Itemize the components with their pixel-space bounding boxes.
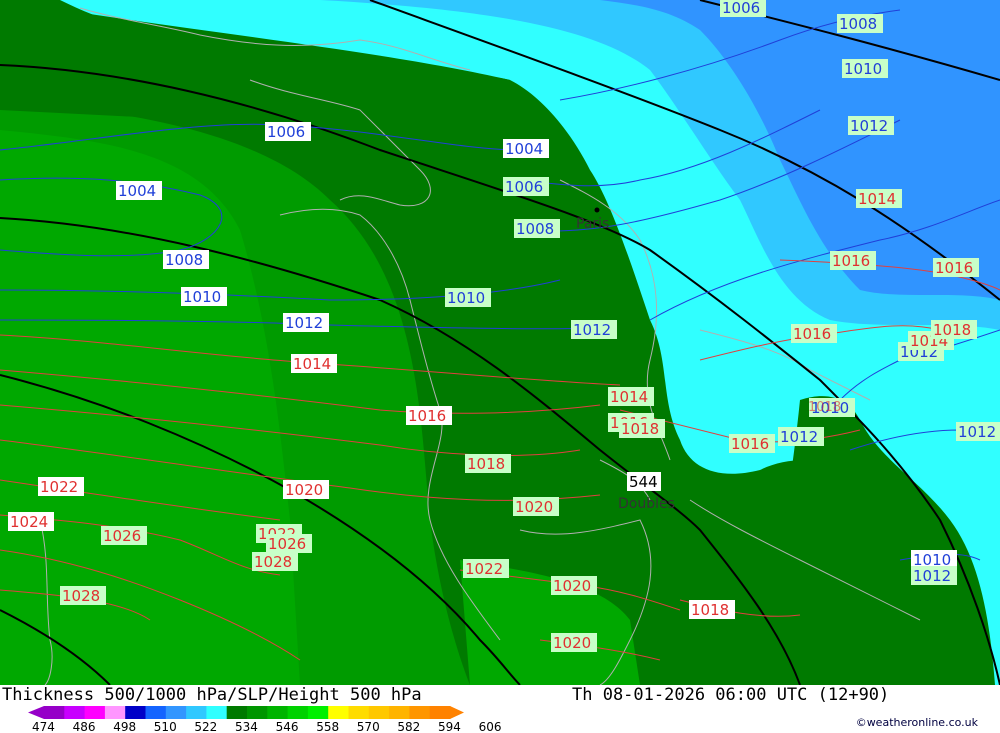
isobar-label: 1008 — [516, 220, 554, 238]
isobar-label: 1010 — [447, 289, 485, 307]
scale-label: 546 — [276, 720, 299, 733]
isobar-label: 1012 — [913, 567, 951, 585]
scale-swatch — [104, 706, 126, 719]
scale-swatch — [368, 706, 390, 719]
scale-arrow-right — [450, 706, 464, 719]
map-footer: Thickness 500/1000 hPa/SLP/Height 500 hP… — [0, 685, 1000, 733]
isobar-label: 1020 — [285, 481, 323, 499]
isobar-label: 1014 — [858, 190, 896, 208]
scale-label: 510 — [154, 720, 177, 733]
height-label: 544 — [629, 473, 658, 491]
isobar-label: 1018 — [808, 400, 841, 415]
isobar-label: 1014 — [293, 355, 331, 373]
isobar-label: 1006 — [267, 123, 305, 141]
scale-label: 558 — [316, 720, 339, 733]
valid-time: Th 08-01-2026 06:00 UTC (12+90) — [572, 685, 890, 705]
city-label-doubles: Doubles — [618, 496, 675, 512]
isobar-label: 1010 — [183, 288, 221, 306]
scale-labels: 474 486 498 510 522 534 546 558 570 582 594 606 — [32, 720, 502, 733]
isobar-label: 1026 — [103, 527, 141, 545]
isobar-label: 1006 — [505, 178, 543, 196]
isobar-label: 1022 — [40, 478, 78, 496]
scale-swatch — [247, 706, 268, 719]
isobar-label: 1020 — [515, 498, 553, 516]
scale-swatch — [429, 706, 451, 719]
scale-swatch — [44, 706, 65, 719]
scale-swatch — [206, 706, 228, 719]
scale-label: 498 — [113, 720, 136, 733]
isobar-label: 1020 — [553, 634, 591, 652]
isobar-label: 1028 — [254, 553, 292, 571]
isobar-label: 1004 — [505, 140, 543, 158]
credit-link[interactable]: ©weatheronline.co.uk — [856, 716, 978, 729]
isobar-label: 1012 — [573, 321, 611, 339]
isobar-label: 1016 — [408, 407, 446, 425]
paris-dot — [594, 207, 600, 213]
isobar-label: 1016 — [935, 259, 973, 277]
scale-swatch — [186, 706, 207, 719]
scale-swatch — [64, 706, 86, 719]
isobar-label: 1008 — [839, 15, 877, 33]
isobar-label: 1006 — [722, 0, 760, 17]
isobar-label: 1012 — [780, 428, 818, 446]
scale-swatch — [145, 706, 167, 719]
isobar-label: 1012 — [850, 117, 888, 135]
isobar-label: 1012 — [958, 423, 996, 441]
scale-swatch — [409, 706, 431, 719]
scale-swatch — [389, 706, 410, 719]
isobar-label: 1012 — [285, 314, 323, 332]
isobar-label: 1028 — [62, 587, 100, 605]
scale-swatch — [307, 706, 329, 719]
scale-label: 522 — [194, 720, 217, 733]
isobar-label: 1018 — [621, 420, 659, 438]
isobar-label: 1010 — [844, 60, 882, 78]
isobar-label: 1022 — [465, 560, 503, 578]
isobar-label: 1014 — [610, 388, 648, 406]
isobar-label: 1026 — [268, 535, 306, 553]
isobar-label: 1016 — [832, 252, 870, 270]
color-scale: 474 486 498 510 522 534 546 558 570 582 594 606 — [28, 706, 502, 733]
isobar-label: 1020 — [553, 577, 591, 595]
isobar-label: 1016 — [731, 435, 769, 453]
scale-arrow-left — [28, 706, 44, 719]
isobar-label: 1024 — [10, 513, 48, 531]
isobar-label: 1016 — [793, 325, 831, 343]
isobar-label: 1018 — [467, 455, 505, 473]
isobar-label: 1004 — [118, 182, 156, 200]
isobar-label: 1018 — [691, 601, 729, 619]
scale-swatch — [125, 706, 146, 719]
scale-label: 594 — [438, 720, 461, 733]
scale-label: 534 — [235, 720, 258, 733]
scale-label: 570 — [357, 720, 380, 733]
scale-swatch — [328, 706, 349, 719]
city-label-paris: Paris — [576, 216, 609, 232]
scale-swatch — [287, 706, 309, 719]
scale-swatch — [226, 706, 248, 719]
scale-label: 606 — [479, 720, 502, 733]
scale-swatches — [28, 706, 464, 719]
isobar-label: 1018 — [933, 321, 971, 339]
scale-swatch — [348, 706, 370, 719]
scale-swatch — [267, 706, 289, 719]
scale-label: 582 — [397, 720, 420, 733]
scale-swatch — [165, 706, 187, 719]
isobar-label: 1008 — [165, 251, 203, 269]
scale-label: 474 — [32, 720, 55, 733]
weather-map: Paris Doubles 1006 1004 1004 1006 1008 1… — [0, 0, 1000, 685]
scale-label: 486 — [73, 720, 96, 733]
scale-swatch — [84, 706, 106, 719]
